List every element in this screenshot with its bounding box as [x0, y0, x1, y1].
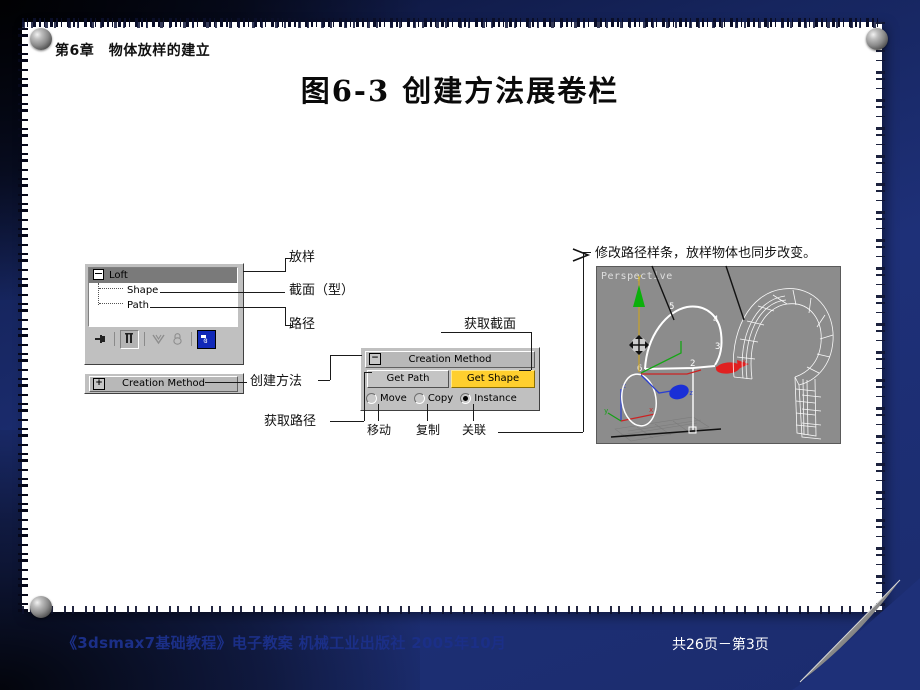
annotation-creation-method: 创建方法: [250, 374, 303, 389]
creation-method-rollout-collapsed[interactable]: + Creation Method: [84, 373, 244, 394]
decorative-bead-top-right: [866, 28, 888, 50]
toolbar-separator: [191, 332, 192, 346]
leader-line-get-path-h2: [364, 372, 372, 373]
expand-plus-icon[interactable]: +: [93, 378, 105, 390]
leader-line-loft-v: [285, 258, 286, 272]
lock-icon[interactable]: [169, 330, 186, 348]
leader-line-note-v: [583, 252, 584, 432]
creation-method-panel: − Creation Method Get Path Get Shape Mov…: [360, 347, 540, 411]
loft-modifier-panel: Loft Shape Path ɞ: [84, 263, 244, 365]
toolbar-separator: [144, 332, 145, 346]
page-title: 图6-3 创建方法展卷栏: [300, 74, 620, 108]
svg-text:2: 2: [690, 359, 695, 369]
leader-line-get-shape-h2: [519, 370, 531, 371]
svg-text:z: z: [689, 389, 693, 397]
page-indicator: 共26页－第3页: [672, 637, 769, 653]
svg-text:3: 3: [715, 342, 720, 352]
tree-branch-dots-icon: [99, 287, 123, 289]
leader-line-shape: [160, 292, 285, 293]
tree-branch-dots-icon: [99, 302, 123, 304]
tree-item-shape-label: Shape: [127, 285, 159, 296]
leader-line-get-path-v: [364, 372, 365, 421]
creation-method-header[interactable]: − Creation Method: [365, 351, 535, 368]
annotation-copy: 复制: [416, 423, 441, 437]
leader-line-cm-to-dialog-h2: [318, 380, 330, 381]
radio-move-label: Move: [380, 392, 407, 404]
get-path-button[interactable]: Get Path: [367, 370, 449, 388]
leader-line-creation-method: [205, 382, 247, 383]
chapter-heading: 第6章 物体放样的建立: [55, 43, 211, 59]
rollout-bar[interactable]: + Creation Method: [89, 376, 238, 392]
tree-item-shape[interactable]: Shape: [89, 283, 237, 298]
radio-dot-icon[interactable]: [366, 392, 377, 404]
note-mid: ，: [673, 246, 687, 261]
leader-line-loft-h2: [285, 258, 293, 259]
annotation-move: 移动: [367, 423, 392, 437]
note-arrow-icon: [572, 248, 591, 262]
note-text: 修改路径样条，放样物体也同步改变。: [595, 247, 816, 260]
modifier-stack-tree[interactable]: Loft Shape Path: [88, 267, 238, 327]
annotation-get-path: 获取路径: [264, 414, 317, 429]
note-leader-lines: [651, 265, 745, 321]
slide-canvas: 第6章 物体放样的建立 图6-3 创建方法展卷栏 Loft Shape Path: [0, 0, 920, 690]
svg-text:x: x: [742, 358, 746, 366]
radio-copy-label: Copy: [427, 392, 454, 404]
collapse-toggle-icon[interactable]: [93, 268, 104, 280]
leader-line-path: [150, 307, 285, 308]
annotation-get-shape: 获取截面: [464, 317, 517, 332]
toolbar-separator: [114, 332, 115, 346]
tree-item-path-label: Path: [127, 300, 149, 311]
note-underline-1: 路径样条: [621, 246, 674, 261]
modifier-stack-toolbar: ɞ: [88, 328, 242, 350]
leader-line-get-path-h: [330, 421, 364, 422]
annotation-shape: 截面（型）: [289, 283, 355, 298]
creation-method-radio-group: Move Copy Instance: [366, 390, 536, 406]
annotation-instance: 关联: [462, 423, 487, 437]
radio-instance-label: Instance: [474, 392, 517, 404]
radio-dot-icon[interactable]: [413, 392, 425, 404]
collapse-minus-icon[interactable]: −: [369, 353, 381, 365]
annotation-path: 路径: [289, 317, 316, 332]
note-prefix: 修改: [595, 246, 622, 261]
leader-line-loft: [243, 271, 285, 272]
radio-dot-selected-icon[interactable]: [460, 392, 472, 404]
sub-object-icon[interactable]: [120, 329, 139, 349]
radio-move[interactable]: Move: [366, 392, 407, 404]
leader-line-get-shape-v: [531, 332, 532, 370]
note-suffix: 也同步改变。: [738, 246, 817, 261]
leader-line-instance: [473, 404, 474, 421]
configure-icon[interactable]: ɞ: [197, 329, 216, 349]
decorative-bead-top-left: [30, 28, 52, 50]
radio-instance[interactable]: Instance: [460, 392, 517, 404]
leader-line-copy: [427, 404, 428, 421]
tree-item-loft-label: Loft: [109, 270, 128, 281]
decorative-bead-bottom-left: [30, 596, 52, 618]
footer-credit: 《3dsmax7基础教程》电子教案 机械工业出版社 2005年10月: [62, 634, 507, 652]
creation-method-header-label: Creation Method: [408, 354, 492, 365]
rollout-label: Creation Method: [122, 378, 205, 389]
leader-line-cm-to-dialog-v: [330, 355, 331, 380]
svg-text:y: y: [604, 407, 608, 415]
leader-line-get-shape-h: [441, 332, 531, 333]
leader-line-cm-to-dialog-h: [330, 355, 362, 356]
svg-text:x: x: [649, 406, 653, 414]
pin-stack-icon[interactable]: [92, 330, 109, 348]
tree-item-loft[interactable]: Loft: [89, 268, 237, 283]
merge-down-icon[interactable]: [150, 330, 167, 348]
note-underline-2: 放样物体: [686, 246, 739, 261]
tree-item-path[interactable]: Path: [89, 298, 237, 313]
leader-line-path-v: [285, 307, 286, 325]
get-shape-button[interactable]: Get Shape: [451, 370, 535, 388]
radio-copy[interactable]: Copy: [413, 392, 454, 404]
leader-line-move: [378, 404, 379, 421]
leader-line-note-h: [498, 432, 583, 433]
